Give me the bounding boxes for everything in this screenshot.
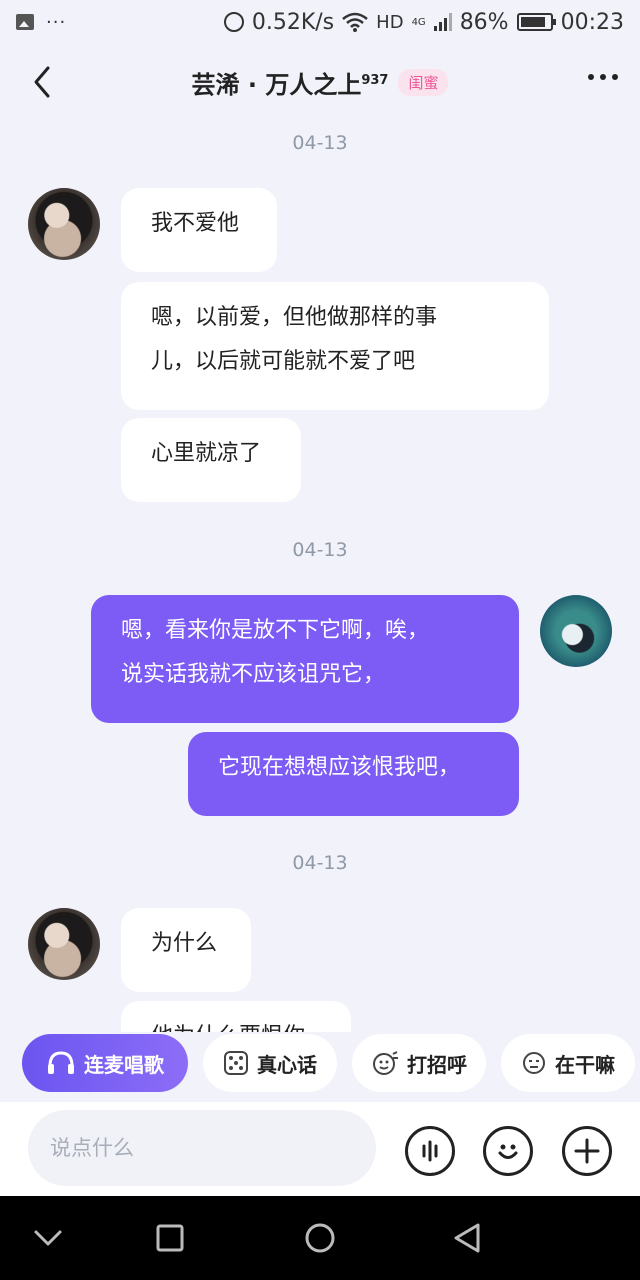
title-superscript: 937 [361, 72, 389, 88]
clock: 00:23 [560, 9, 624, 35]
contact-avatar[interactable] [28, 188, 100, 260]
network-type: HD [376, 11, 404, 33]
message-bubble-outgoing[interactable]: 它现在想想应该恨我吧， [188, 732, 519, 816]
more-notifications-icon: ··· [46, 11, 67, 33]
status-bar: ··· 0.52K/s HD 4G 86% 00:23 [0, 0, 640, 44]
message-input[interactable] [28, 1110, 376, 1186]
message-text: 嗯，以前爱，但他做那样的事 [151, 305, 438, 330]
chip-label: 连麦唱歌 [84, 1052, 164, 1077]
chip-label: 真心话 [257, 1052, 317, 1077]
message-bubble-incoming[interactable]: 我不爱他 [121, 188, 277, 272]
more-options-button[interactable] [588, 74, 618, 80]
system-nav-bar [0, 1196, 640, 1280]
date-divider: 04-13 [292, 539, 348, 561]
home-icon[interactable] [300, 1218, 340, 1258]
plus-icon [574, 1138, 600, 1164]
quick-actions-bar: 连麦唱歌 真心话 打招呼 在干嘛 [0, 1034, 640, 1096]
chat-title-group: 芸浠 · 万人之上937 闺蜜 [192, 65, 449, 100]
add-button[interactable] [562, 1126, 612, 1176]
chat-header: 芸浠 · 万人之上937 闺蜜 [0, 50, 640, 114]
battery-percent: 86% [459, 9, 509, 35]
message-bubble-incoming[interactable]: 他为什么要恨你 [121, 1001, 351, 1032]
contact-avatar[interactable] [28, 908, 100, 980]
chip-label: 打招呼 [407, 1052, 467, 1077]
face-icon [523, 1052, 545, 1074]
whats-up-button[interactable]: 在干嘛 [501, 1034, 635, 1092]
back-icon[interactable] [28, 64, 58, 100]
message-text: 儿，以后就可能就不爱了吧 [151, 349, 416, 374]
dice-icon [224, 1051, 248, 1075]
image-notification-icon [16, 14, 34, 30]
signal-icon [433, 13, 452, 31]
chip-label: 在干嘛 [555, 1052, 615, 1077]
date-divider: 04-13 [292, 852, 348, 874]
chat-messages[interactable]: 04-13 我不爱他 嗯，以前爱，但他做那样的事 儿，以后就可能就不爱了吧 心里… [0, 114, 640, 1032]
chevron-down-icon[interactable] [28, 1218, 68, 1258]
message-text: 为什么 [151, 931, 218, 956]
message-text: 他为什么要恨你 [151, 1024, 305, 1032]
truth-button[interactable]: 真心话 [203, 1034, 337, 1092]
message-bubble-incoming[interactable]: 为什么 [121, 908, 251, 992]
message-text: 说实话我就不应该诅咒它， [121, 662, 386, 687]
emoji-icon [498, 1144, 518, 1159]
relation-badge: 闺蜜 [398, 68, 449, 96]
message-text: 我不爱他 [151, 211, 240, 236]
greet-button[interactable]: 打招呼 [352, 1034, 486, 1092]
back-nav-icon[interactable] [448, 1218, 488, 1258]
message-text: 心里就凉了 [151, 441, 262, 466]
recent-apps-icon[interactable] [150, 1218, 190, 1258]
net-speed: 0.52K/s [251, 9, 335, 35]
emoji-button[interactable] [483, 1126, 533, 1176]
message-text: 它现在想想应该恨我吧， [218, 755, 461, 780]
message-bubble-incoming[interactable]: 嗯，以前爱，但他做那样的事 儿，以后就可能就不爱了吧 [121, 282, 549, 410]
greeting-icon [373, 1051, 398, 1075]
battery-icon [516, 13, 556, 31]
wifi-icon [342, 12, 368, 32]
message-bubble-outgoing[interactable]: 嗯，看来你是放不下它啊，唉， 说实话我就不应该诅咒它， [91, 595, 519, 723]
message-bubble-incoming[interactable]: 心里就凉了 [121, 418, 301, 502]
signal-type: 4G [411, 16, 426, 28]
voice-wave-icon [422, 1140, 438, 1162]
message-text: 嗯，看来你是放不下它啊，唉， [121, 618, 430, 643]
voice-button[interactable] [405, 1126, 455, 1176]
input-bar [0, 1102, 640, 1196]
chat-title: 芸浠 · 万人之上937 [191, 70, 389, 99]
data-saver-icon [223, 12, 244, 32]
date-divider: 04-13 [292, 132, 348, 154]
sing-together-button[interactable]: 连麦唱歌 [22, 1034, 188, 1092]
my-avatar[interactable] [540, 595, 612, 667]
headphones-icon [48, 1051, 74, 1074]
